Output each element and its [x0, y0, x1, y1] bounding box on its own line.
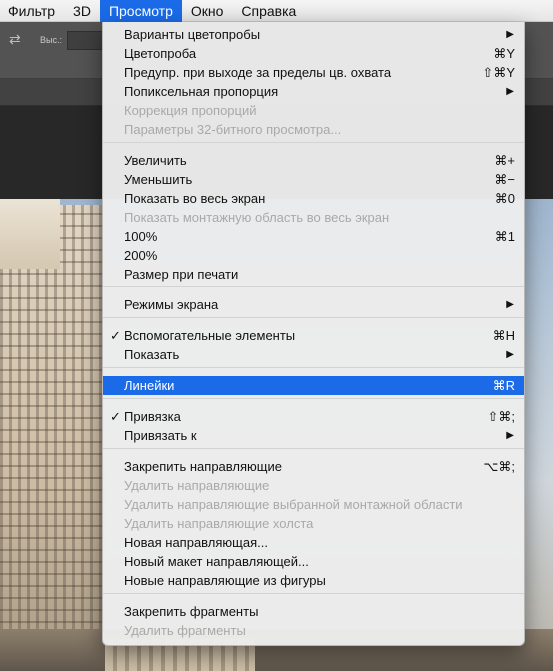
menu-separator: [103, 317, 524, 318]
menu-item-shortcut: ⇧⌘Y: [482, 65, 515, 80]
menu-item[interactable]: Режимы экрана ▶: [103, 295, 524, 314]
menu-item: Параметры 32-битного просмотра...: [103, 120, 524, 139]
menu-separator: [103, 448, 524, 449]
menu-item[interactable]: Цветопроба ⌘Y: [103, 44, 524, 63]
menu-item-label: Режимы экрана: [124, 297, 219, 312]
menu-item: Удалить направляющие холста: [103, 514, 524, 533]
menu-item-label: Параметры 32-битного просмотра...: [124, 122, 342, 137]
menu-item-label: Новые направляющие из фигуры: [124, 573, 326, 588]
menu-item[interactable]: Привязать к ▶: [103, 426, 524, 445]
submenu-arrow-icon: ▶: [506, 430, 514, 441]
menu-item: Показать монтажную область во весь экран: [103, 208, 524, 227]
menu-item[interactable]: Увеличить ⌘+: [103, 151, 524, 170]
menu-view[interactable]: Просмотр: [99, 0, 182, 22]
menu-item-label: Закрепить фрагменты: [124, 604, 259, 619]
menu-item[interactable]: Новая направляющая...: [103, 533, 524, 552]
menu-separator: [103, 593, 524, 594]
menu-item-label: Закрепить направляющие: [124, 459, 282, 474]
menu-item-label: Показать во весь экран: [124, 191, 266, 206]
menu-item-shortcut: ⌘H: [492, 328, 515, 343]
menu-separator: [103, 142, 524, 143]
building-image: [0, 205, 105, 671]
submenu-arrow-icon: ▶: [506, 299, 514, 310]
menu-item[interactable]: Размер при печати: [103, 265, 524, 284]
menu-item-label: Удалить направляющие выбранной монтажной…: [124, 497, 463, 512]
menu-separator: [103, 398, 524, 399]
menu-item[interactable]: Варианты цветопробы ▶: [103, 25, 524, 44]
menu-item-label: Линейки: [124, 378, 175, 393]
swap-icon[interactable]: ⇄: [9, 32, 21, 46]
menu-item-label: Удалить направляющие холста: [124, 516, 314, 531]
submenu-arrow-icon: ▶: [506, 86, 514, 97]
menu-item: Удалить направляющие: [103, 476, 524, 495]
view-menu-dropdown: Варианты цветопробы ▶ Цветопроба ⌘Y Предупр.…: [102, 22, 525, 646]
menu-item-label: Новый макет направляющей...: [124, 554, 309, 569]
submenu-arrow-icon: ▶: [506, 29, 514, 40]
menu-item[interactable]: ✓ Вспомогательные элементы ⌘H: [103, 326, 524, 345]
height-label: Выс.:: [40, 35, 62, 45]
menu-item-label: Удалить направляющие: [124, 478, 270, 493]
menu-filter[interactable]: Фильтр: [0, 0, 64, 22]
menu-item[interactable]: Линейки ⌘R: [103, 376, 524, 395]
menu-item-label: Привязка: [124, 409, 181, 424]
menu-item-label: Попиксельная пропорция: [124, 84, 279, 99]
menu-item-label: Увеличить: [124, 153, 187, 168]
menu-item: Удалить направляющие выбранной монтажной…: [103, 495, 524, 514]
menu-item[interactable]: Показать ▶: [103, 345, 524, 364]
menu-help[interactable]: Справка: [232, 0, 305, 22]
menu-item[interactable]: Закрепить направляющие ⌥⌘;: [103, 457, 524, 476]
menu-item-shortcut: ⌘+: [494, 153, 515, 168]
menu-item-label: Удалить фрагменты: [124, 623, 246, 638]
menu-3d[interactable]: 3D: [64, 0, 100, 22]
menu-item-label: Цветопроба: [124, 46, 197, 61]
menu-item-label: Вспомогательные элементы: [124, 328, 296, 343]
menu-separator: [103, 367, 524, 368]
menu-item: Удалить фрагменты: [103, 621, 524, 640]
menu-item-label: Уменьшить: [124, 172, 193, 187]
menu-window[interactable]: Окно: [182, 0, 233, 22]
app-menubar: Фильтр 3D Просмотр Окно Справка: [0, 0, 553, 22]
menu-item[interactable]: Показать во весь экран ⌘0: [103, 189, 524, 208]
menu-item-label: Размер при печати: [124, 267, 239, 282]
menu-item-label: Предупр. при выходе за пределы цв. охват…: [124, 65, 392, 80]
menu-item-shortcut: ⌘−: [494, 172, 515, 187]
menu-item[interactable]: Уменьшить ⌘−: [103, 170, 524, 189]
menu-item[interactable]: ✓ Привязка ⇧⌘;: [103, 407, 524, 426]
menu-item-shortcut: ⌥⌘;: [483, 459, 515, 474]
menu-item[interactable]: Новые направляющие из фигуры: [103, 571, 524, 590]
menu-item: Коррекция пропорций: [103, 101, 524, 120]
menu-item[interactable]: Предупр. при выходе за пределы цв. охват…: [103, 63, 524, 82]
menu-item-shortcut: ⌘1: [494, 229, 515, 244]
menu-item-label: Показать монтажную область во весь экран: [124, 210, 390, 225]
building-tower: [0, 199, 60, 269]
menu-item[interactable]: 200%: [103, 246, 524, 265]
menu-item-label: Привязать к: [124, 428, 197, 443]
menu-item-label: Коррекция пропорций: [124, 103, 257, 118]
menu-item-label: Показать: [124, 347, 180, 362]
menu-item-shortcut: ⌘0: [494, 191, 515, 206]
menu-item-label: 200%: [124, 248, 158, 263]
menu-item[interactable]: Новый макет направляющей...: [103, 552, 524, 571]
menu-separator: [103, 286, 524, 287]
menu-item-label: Новая направляющая...: [124, 535, 268, 550]
checkmark-icon: ✓: [110, 328, 121, 343]
submenu-arrow-icon: ▶: [506, 349, 514, 360]
checkmark-icon: ✓: [110, 409, 121, 424]
menu-item[interactable]: Закрепить фрагменты: [103, 602, 524, 621]
menu-item-label: 100%: [124, 229, 158, 244]
menu-item[interactable]: 100% ⌘1: [103, 227, 524, 246]
menu-item[interactable]: Попиксельная пропорция ▶: [103, 82, 524, 101]
menu-item-shortcut: ⌘Y: [493, 46, 515, 61]
menu-item-label: Варианты цветопробы: [124, 27, 261, 42]
menu-item-shortcut: ⌘R: [492, 378, 515, 393]
menu-item-shortcut: ⇧⌘;: [487, 409, 515, 424]
